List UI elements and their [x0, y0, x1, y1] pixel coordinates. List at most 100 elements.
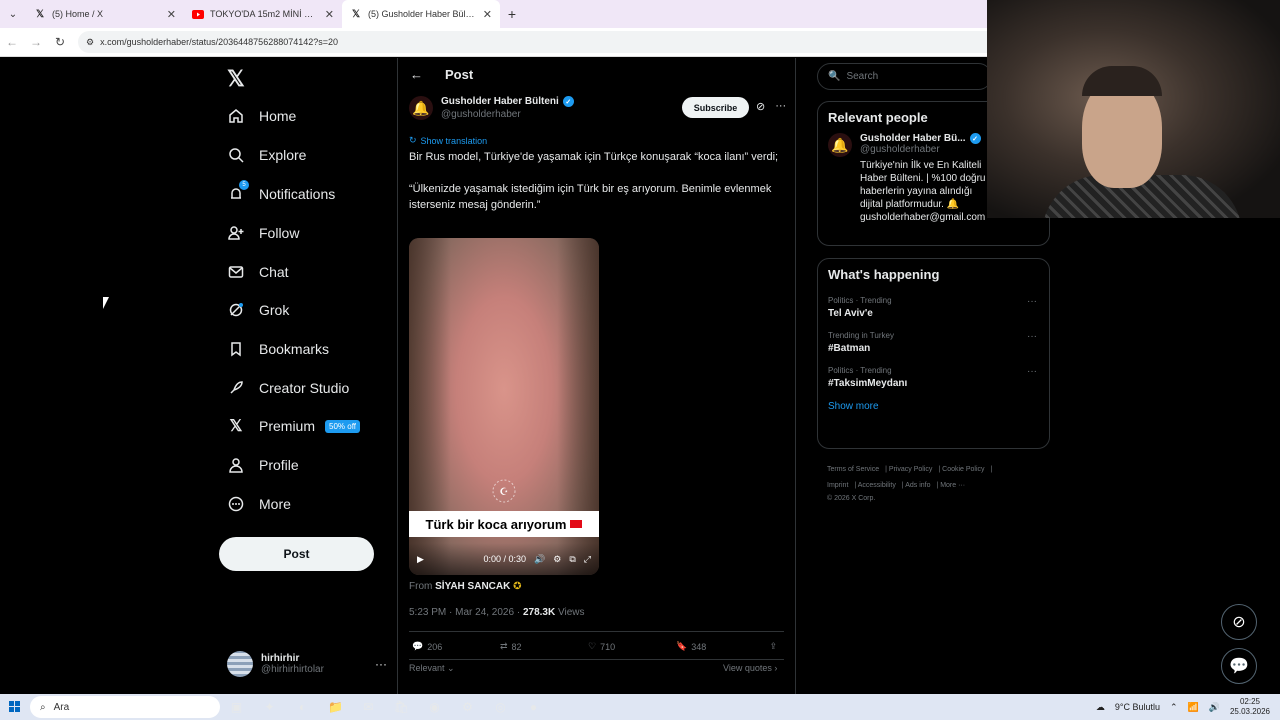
- back-icon[interactable]: ←: [0, 35, 24, 49]
- sidebar-item-bookmarks[interactable]: Bookmarks: [227, 334, 329, 364]
- windows-taskbar: ⌕ Ara ▣ ✦ ◐ 📁 ✉ 🛍 ◉ ⚙ ◎ ● ☁ 9°C Bulutlu …: [0, 694, 1280, 720]
- search-input[interactable]: 🔍 Search: [817, 63, 992, 90]
- from-source-name[interactable]: SİYAH SANCAK: [435, 581, 510, 592]
- weather-text[interactable]: 9°C Bulutlu: [1115, 702, 1160, 712]
- volume-icon[interactable]: 🔊: [1209, 702, 1220, 713]
- back-arrow-icon[interactable]: ←: [410, 67, 423, 82]
- obs-icon[interactable]: ●: [517, 695, 550, 719]
- chevron-up-icon[interactable]: ⌃: [1170, 702, 1178, 713]
- person-name[interactable]: Gusholder Haber Bü...: [860, 133, 966, 144]
- author-handle[interactable]: @gusholderhaber: [441, 109, 574, 120]
- sidebar-item-premium[interactable]: 𝕏 Premium 50% off: [227, 411, 360, 441]
- trend-item[interactable]: Trending in Turkey #Batman ···: [818, 325, 1049, 360]
- play-icon[interactable]: ▶: [417, 554, 424, 565]
- subscribe-button[interactable]: Subscribe: [682, 97, 749, 118]
- footer-link[interactable]: Privacy Policy: [889, 466, 933, 473]
- edge-icon[interactable]: ◐: [286, 695, 319, 719]
- post-header: ← Post: [410, 67, 473, 82]
- tab-post[interactable]: 𝕏 (5) Gusholder Haber Bülteni on ✕: [342, 0, 500, 28]
- share-button[interactable]: ⇪: [769, 641, 777, 652]
- like-button[interactable]: ♡ 710: [588, 641, 676, 652]
- sidebar-item-follow[interactable]: Follow: [227, 218, 299, 248]
- repost-button[interactable]: ⇄ 82: [500, 641, 588, 652]
- mouse-cursor-icon: [103, 297, 109, 309]
- bell-avatar-icon[interactable]: 🔔: [828, 133, 852, 157]
- grok-icon[interactable]: ⊘: [756, 100, 765, 113]
- author-name[interactable]: Gusholder Haber Bülteni: [441, 96, 559, 107]
- trend-item[interactable]: Politics · Trending #TaksimMeydanı ···: [818, 360, 1049, 395]
- post-timestamp[interactable]: 5:23 PM · Mar 24, 2026 ·: [409, 607, 520, 618]
- settings-icon[interactable]: ⚙: [553, 554, 561, 565]
- post-button[interactable]: Post: [219, 537, 374, 571]
- account-switcher[interactable]: hirhirhir @hirhirhirtolar ···: [227, 648, 387, 680]
- store-icon[interactable]: 🛍: [385, 695, 418, 719]
- forward-icon[interactable]: →: [24, 35, 48, 49]
- more-dots-icon[interactable]: ···: [375, 657, 387, 671]
- close-icon[interactable]: ✕: [483, 8, 492, 21]
- tab-youtube[interactable]: TOKYO'DA 15m2 MİNİ DAİRE / ✕: [184, 0, 342, 28]
- reload-icon[interactable]: ↻: [48, 35, 72, 49]
- trend-item[interactable]: Politics · Trending Tel Aviv'e ···: [818, 290, 1049, 325]
- clock-time: 02:25: [1239, 697, 1260, 706]
- x-logo-icon[interactable]: 𝕏: [227, 66, 245, 92]
- footer-link[interactable]: Imprint: [827, 482, 848, 489]
- close-icon[interactable]: ✕: [325, 8, 334, 21]
- footer-link[interactable]: Terms of Service: [827, 466, 879, 473]
- fullscreen-icon[interactable]: ⤢: [584, 554, 591, 565]
- avatar: [227, 651, 253, 677]
- windows-start-icon[interactable]: [0, 701, 30, 713]
- pip-icon[interactable]: ⧉: [569, 554, 575, 565]
- reply-button[interactable]: 💬 206: [412, 641, 500, 652]
- tab-search-icon[interactable]: ⌄: [0, 0, 26, 28]
- app-icon[interactable]: ◉: [418, 695, 451, 719]
- post-author[interactable]: 🔔 Gusholder Haber Bülteni ✓ @gusholderhab…: [409, 96, 574, 120]
- new-tab-button[interactable]: +: [500, 6, 524, 22]
- sidebar-item-creator-studio[interactable]: Creator Studio: [227, 373, 349, 403]
- video-player[interactable]: ☪ Türk bir koca arıyorum ▶ 0:00 / 0:30 🔊…: [409, 238, 599, 575]
- volume-icon[interactable]: 🔊: [534, 554, 545, 565]
- sidebar-item-label: Grok: [259, 302, 290, 318]
- more-dots-icon[interactable]: ···: [1027, 296, 1037, 307]
- footer-link[interactable]: More ···: [940, 482, 965, 489]
- tab-home-x[interactable]: 𝕏 (5) Home / X ✕: [26, 0, 184, 28]
- more-dots-icon[interactable]: ···: [1027, 331, 1037, 342]
- person-bio: Türkiye'nin İlk ve En Kaliteli Haber Bül…: [860, 160, 986, 223]
- footer-link[interactable]: Accessibility: [858, 482, 896, 489]
- close-icon[interactable]: ✕: [167, 8, 176, 21]
- sidebar-item-home[interactable]: Home: [227, 101, 296, 131]
- task-view-icon[interactable]: ▣: [220, 695, 253, 719]
- more-dots-icon[interactable]: ···: [775, 100, 786, 113]
- sidebar-item-notifications[interactable]: 5 Notifications: [227, 179, 335, 209]
- post-text: Bir Rus model, Türkiye'de yaşamak için T…: [409, 149, 779, 213]
- footer-link[interactable]: Ads info: [905, 482, 930, 489]
- bookmark-button[interactable]: 🔖 348: [676, 641, 764, 652]
- show-translation-link[interactable]: ↻ Show translation: [409, 135, 487, 146]
- sidebar-item-grok[interactable]: Grok: [227, 295, 289, 325]
- wifi-icon[interactable]: 📶: [1188, 702, 1199, 713]
- view-quotes-link[interactable]: View quotes ›: [723, 663, 777, 673]
- more-dots-icon[interactable]: ···: [1027, 366, 1037, 377]
- sort-replies-dropdown[interactable]: Relevant ⌄: [409, 663, 455, 674]
- x-icon: 𝕏: [35, 8, 45, 20]
- bell-avatar-icon[interactable]: 🔔: [409, 96, 433, 120]
- footer-link[interactable]: Cookie Policy: [942, 466, 984, 473]
- show-more-link[interactable]: Show more: [818, 395, 1049, 422]
- grok-fab-button[interactable]: ⊘: [1221, 604, 1257, 640]
- sidebar-item-more[interactable]: More: [227, 489, 291, 519]
- sidebar-item-label: Premium: [259, 418, 316, 434]
- sidebar-item-chat[interactable]: Chat: [227, 257, 289, 287]
- outlook-icon[interactable]: ✉: [352, 695, 385, 719]
- bookmark-icon: [227, 340, 245, 358]
- file-explorer-icon[interactable]: 📁: [319, 695, 352, 719]
- settings-app-icon[interactable]: ⚙: [451, 695, 484, 719]
- chrome-icon[interactable]: ◎: [484, 695, 517, 719]
- chat-fab-button[interactable]: 💬: [1221, 648, 1257, 684]
- taskbar-search[interactable]: ⌕ Ara: [30, 696, 220, 718]
- youtube-icon: [192, 8, 204, 20]
- sidebar-item-profile[interactable]: Profile: [227, 450, 299, 480]
- weather-icon[interactable]: ☁: [1096, 702, 1105, 713]
- copilot-icon[interactable]: ✦: [253, 695, 286, 719]
- taskbar-clock[interactable]: 02:25 25.03.2026: [1230, 697, 1270, 717]
- sidebar-item-explore[interactable]: Explore: [227, 140, 306, 170]
- site-info-icon[interactable]: ⚙: [86, 37, 94, 48]
